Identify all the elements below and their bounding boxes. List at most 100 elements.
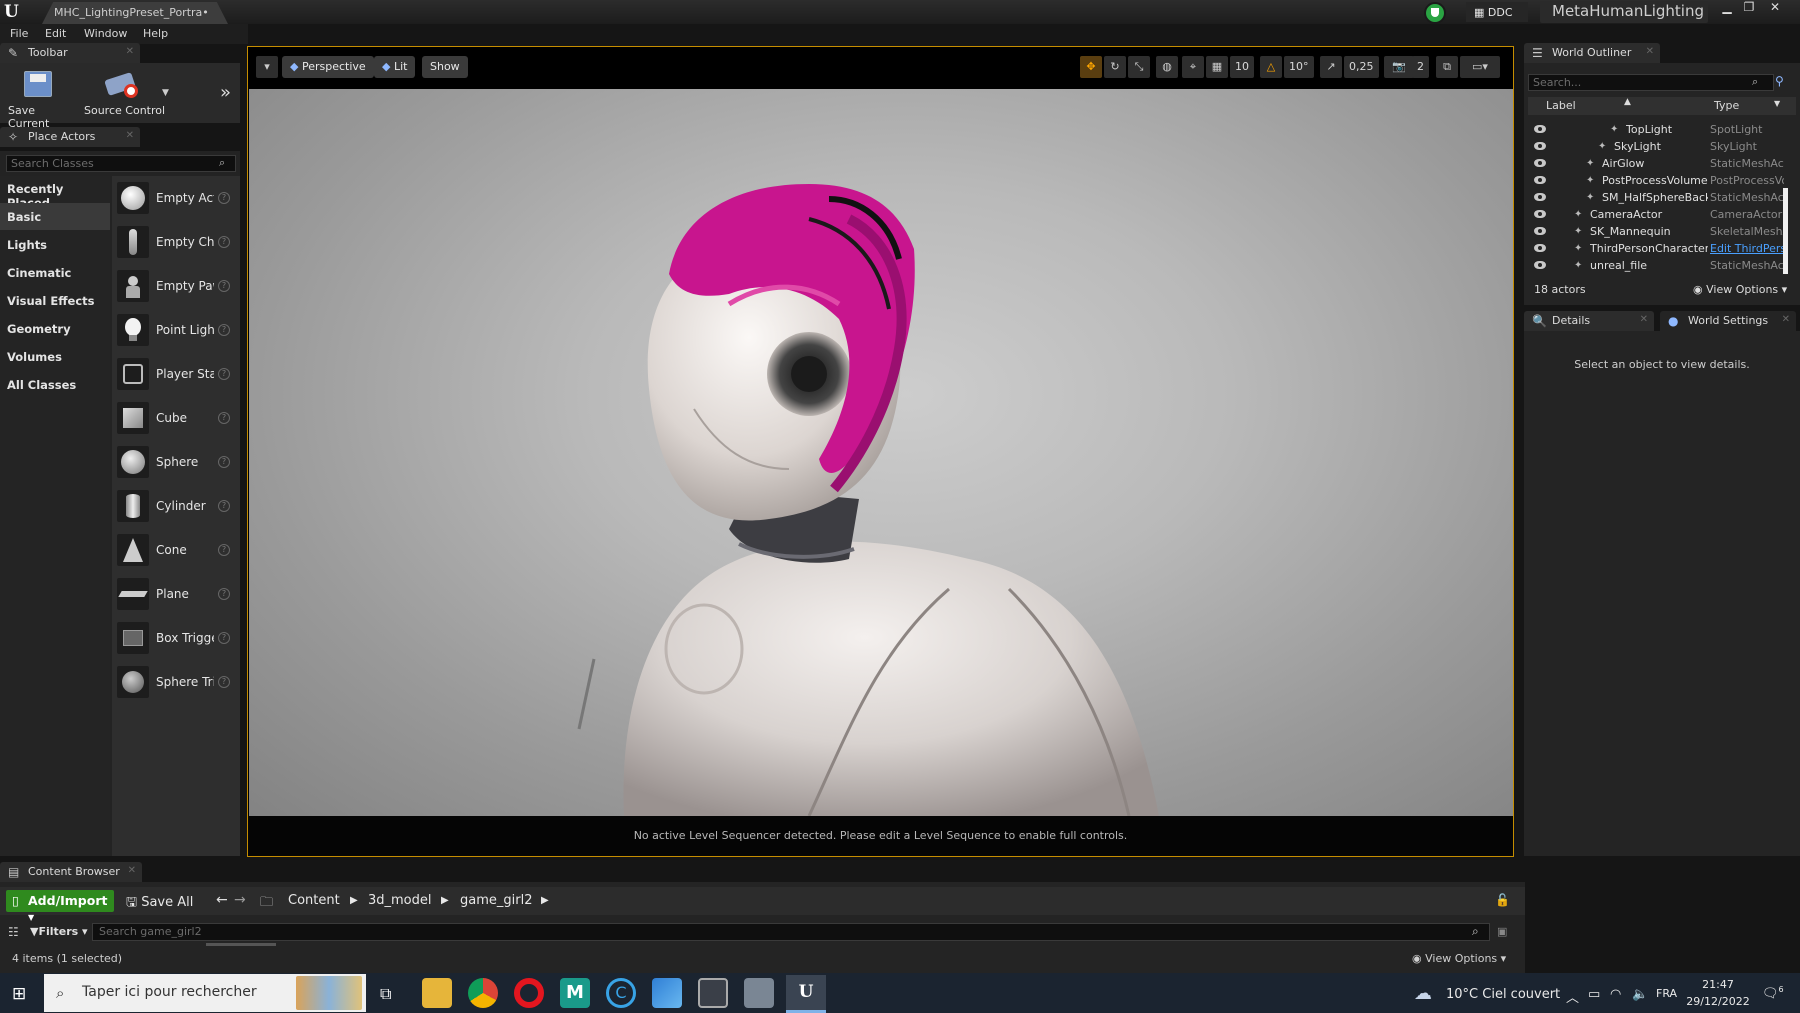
source-control-button[interactable]: Source Control ▼ [80,66,170,120]
visibility-eye-icon[interactable] [1534,193,1546,201]
close-tab-icon[interactable]: ✕ [126,130,134,141]
chrome-icon[interactable] [468,978,498,1008]
category-lights[interactable]: Lights [0,231,110,258]
world-space-icon[interactable]: ◍ [1156,56,1178,78]
tab-content-browser[interactable]: ▤ Content Browser ✕ [0,862,142,882]
outliner-scrollbar[interactable] [1783,188,1788,274]
volume-icon[interactable]: 🔈 [1632,987,1648,1002]
help-icon[interactable]: ? [218,192,230,204]
outliner-row[interactable]: ✦ ThirdPersonCharacterEdit ThirdPersonCha… [1528,240,1790,257]
rotation-snap-value[interactable]: 10° [1284,56,1314,78]
camera-speed-icon[interactable]: 📷 [1384,56,1414,78]
outliner-row[interactable]: ✦ SkyLight SkyLight [1528,138,1790,155]
help-icon[interactable]: ? [218,280,230,292]
category-basic[interactable]: Basic [0,203,110,230]
outliner-row[interactable]: ✦ CameraActor CameraActor [1528,206,1790,223]
content-view-options[interactable]: ◉ View Options ▾ [1412,952,1506,965]
breadcrumb-3d-model[interactable]: 3d_model [368,893,432,908]
visibility-eye-icon[interactable] [1534,210,1546,218]
list-item-sphere-trigger[interactable]: Sphere Trigger? [112,662,236,704]
outliner-search-input[interactable]: Search... [1528,74,1774,91]
visibility-eye-icon[interactable] [1534,227,1546,235]
show-button[interactable]: Show [422,56,468,78]
menu-window[interactable]: Window [84,27,127,40]
task-view-icon[interactable]: ⧉ [380,984,391,1004]
category-geometry[interactable]: Geometry [0,315,110,342]
help-icon[interactable]: ? [218,588,230,600]
list-item-empty-pawn[interactable]: Empty Pawn? [112,266,236,308]
minimize-icon[interactable]: ▁ [1716,0,1738,16]
close-tab-icon[interactable]: ✕ [1646,46,1654,57]
filters-button[interactable]: ▼Filters ▾ [30,925,88,938]
windows-start-icon[interactable]: ⊞ [12,984,26,1004]
rotation-snap-icon[interactable]: △ [1260,56,1282,78]
visibility-eye-icon[interactable] [1534,125,1546,133]
file-explorer-icon[interactable] [422,978,452,1008]
scale-tool-icon[interactable]: ⤡ [1128,56,1150,78]
menu-file[interactable]: File [10,27,28,40]
tab-world-outliner[interactable]: ☰ World Outliner ✕ [1524,43,1660,63]
sources-toggle-icon[interactable]: ☷ [8,925,19,939]
help-icon[interactable]: ? [218,500,230,512]
perspective-button[interactable]: ◆ Perspective [282,56,374,78]
help-icon[interactable]: ? [218,456,230,468]
surface-snap-icon[interactable]: ⌖ [1182,56,1204,78]
forward-icon[interactable]: → [234,892,246,908]
grid-snap-icon[interactable]: ▦ [1206,56,1228,78]
category-cinematic[interactable]: Cinematic [0,259,110,286]
category-visual-effects[interactable]: Visual Effects [0,287,110,314]
scale-snap-value[interactable]: 0,25 [1344,56,1379,78]
outliner-row[interactable]: ✦ unreal_file StaticMeshActor [1528,257,1790,274]
visibility-eye-icon[interactable] [1534,261,1546,269]
cinema-app-icon[interactable]: C [606,978,636,1008]
help-icon[interactable]: ? [218,412,230,424]
language-indicator[interactable]: FRA [1656,987,1677,1000]
translate-tool-icon[interactable]: ✥ [1080,56,1102,78]
visibility-eye-icon[interactable] [1534,159,1546,167]
level-viewport[interactable]: ▾ ◆ Perspective ◆ Lit Show ✥ ↻ ⤡ ◍ ⌖ ▦ 1… [247,46,1514,857]
list-item-sphere[interactable]: Sphere? [112,442,236,484]
list-item-cube[interactable]: Cube? [112,398,236,440]
content-search-input[interactable]: Search game_girl2 [92,923,1490,941]
outliner-row[interactable]: ✦ AirGlow StaticMeshActor [1528,155,1790,172]
list-item-player-start[interactable]: Player Start? [112,354,236,396]
visibility-eye-icon[interactable] [1534,176,1546,184]
epic-launcher-icon[interactable] [744,978,774,1008]
ddc-button[interactable]: ▦ DDC [1466,2,1528,22]
layout-icon[interactable]: ▭▾ [1460,56,1500,78]
tab-place-actors[interactable]: ✧ Place Actors ✕ [0,127,140,147]
outliner-row[interactable]: ✦ PostProcessVolumePostProcessVolume [1528,172,1790,189]
outliner-view-options[interactable]: ◉ View Options ▾ [1693,283,1787,296]
close-tab-icon[interactable]: ✕ [1640,314,1648,325]
notifications-icon[interactable]: 🗨6 [1762,985,1784,1001]
close-tab-icon[interactable]: ✕ [1782,314,1790,325]
grid-snap-value[interactable]: 10 [1230,56,1254,78]
close-tab-icon[interactable]: ✕ [128,865,136,876]
outliner-row[interactable]: ✦ SM_HalfSphereBackgroundStaticMeshActor [1528,189,1790,206]
outliner-options-icon[interactable]: ⚲ [1775,74,1784,88]
save-search-icon[interactable]: ▣ [1497,925,1507,938]
category-volumes[interactable]: Volumes [0,343,110,370]
add-import-button[interactable]: ▯ Add/Import ▼ [6,890,114,922]
list-item-point-light[interactable]: Point Light? [112,310,236,352]
list-item-empty-actor[interactable]: Empty Actor? [112,178,236,220]
clock-time[interactable]: 21:47 [1688,978,1748,991]
edit-blueprint-link[interactable]: Edit ThirdPersonCharacter [1710,242,1784,255]
tab-world-settings[interactable]: ● World Settings ✕ [1660,311,1796,331]
level-document-tab[interactable]: MHC_LightingPreset_Portra• [42,2,228,24]
photos-icon[interactable] [652,978,682,1008]
content-scrollbar[interactable] [206,943,276,946]
camera-speed-value[interactable]: 2 [1412,56,1429,78]
viewport-options-icon[interactable]: ▾ [256,56,278,78]
help-icon[interactable]: ? [218,632,230,644]
menu-help[interactable]: Help [143,27,168,40]
tray-device-icon[interactable]: ▭ [1588,987,1600,1002]
visibility-eye-icon[interactable] [1534,142,1546,150]
list-item-cone[interactable]: Cone? [112,530,236,572]
wifi-icon[interactable]: ◠ [1610,987,1621,1002]
maya-icon[interactable]: M [560,978,590,1008]
unreal-taskbar-icon[interactable]: U [786,975,826,1013]
tab-details[interactable]: 🔍 Details ✕ [1524,311,1654,331]
help-icon[interactable]: ? [218,236,230,248]
search-classes-input[interactable]: Search Classes [6,155,236,172]
